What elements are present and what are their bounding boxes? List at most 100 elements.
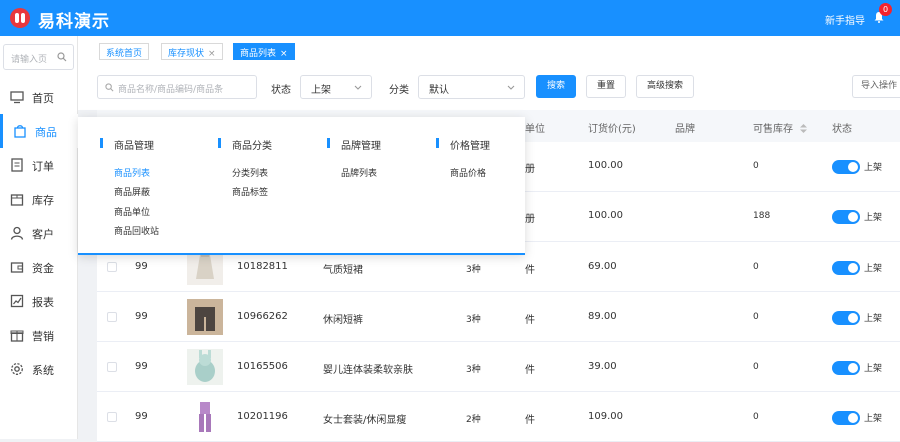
category-label: 分类 xyxy=(389,85,409,96)
status-toggle[interactable] xyxy=(832,311,860,325)
header-stock[interactable]: 可售库存 xyxy=(753,120,808,135)
close-icon[interactable]: × xyxy=(208,49,216,59)
sidebar-item-orders[interactable]: 订单 xyxy=(0,148,78,182)
menu-heading-label: 品牌管理 xyxy=(341,141,381,152)
user-icon xyxy=(10,226,24,240)
row-checkbox[interactable] xyxy=(107,412,117,422)
status-toggle[interactable] xyxy=(832,411,860,425)
sidebar-item-label: 系统 xyxy=(32,364,54,377)
sidebar-item-funds[interactable]: 资金 xyxy=(0,250,78,284)
row-stock: 0 xyxy=(753,312,759,322)
wallet-icon xyxy=(10,262,24,273)
search-icon xyxy=(105,83,114,92)
search-button[interactable]: 搜索 xyxy=(536,75,576,98)
header-status: 状态 xyxy=(832,124,852,135)
menu-heading-label: 商品分类 xyxy=(232,141,272,152)
sort-icon[interactable] xyxy=(800,124,808,133)
app-title: 易科演示 xyxy=(38,12,110,32)
row-spec: 2种 xyxy=(466,415,481,425)
tab-inventory-status[interactable]: 库存现状 × xyxy=(161,43,223,60)
gift-icon xyxy=(10,330,24,342)
row-unit: 件 xyxy=(525,415,535,426)
row-code: 10966262 xyxy=(237,311,288,322)
sidebar-item-system[interactable]: 系统 xyxy=(0,352,78,386)
menu-item-brand-list[interactable]: 品牌列表 xyxy=(341,166,377,179)
category-select[interactable]: 默认 xyxy=(418,75,525,99)
row-spec: 3种 xyxy=(466,265,481,275)
menu-item-goods-recycle[interactable]: 商品回收站 xyxy=(114,224,159,237)
row-status: 上架 xyxy=(864,163,883,173)
row-seq: 99 xyxy=(135,411,148,422)
row-price: 89.00 xyxy=(588,311,617,322)
sidebar-item-marketing[interactable]: 营销 xyxy=(0,318,78,352)
table-row[interactable]: 99 10966262 休闲短裤 3种 件 89.00 0 上架 xyxy=(97,292,900,342)
tab-home[interactable]: 系统首页 xyxy=(99,43,150,60)
status-toggle[interactable] xyxy=(832,160,860,174)
row-checkbox[interactable] xyxy=(107,362,117,372)
table-row[interactable]: 99 10165506 婴儿连体装柔软亲肤 3种 件 39.00 0 上架 xyxy=(97,342,900,392)
sidebar-item-label: 库存 xyxy=(32,194,54,207)
heading-bar xyxy=(327,138,330,148)
heading-bar xyxy=(218,138,221,148)
reset-button[interactable]: 重置 xyxy=(586,75,626,98)
product-thumbnail xyxy=(187,349,223,385)
row-seq: 99 xyxy=(135,261,148,272)
row-stock: 0 xyxy=(753,412,759,422)
menu-item-goods-block[interactable]: 商品屏蔽 xyxy=(114,185,150,198)
sidebar-item-reports[interactable]: 报表 xyxy=(0,284,78,318)
tab-label: 商品列表 xyxy=(240,49,277,59)
status-toggle[interactable] xyxy=(832,261,860,275)
box-icon xyxy=(10,194,24,206)
row-name: 婴儿连体装柔软亲肤 xyxy=(323,365,413,376)
close-icon[interactable]: × xyxy=(280,49,288,59)
sidebar-item-label: 客户 xyxy=(32,228,54,241)
goods-search-input[interactable]: 商品名称/商品编码/商品条 xyxy=(97,75,257,99)
sidebar-item-inventory[interactable]: 库存 xyxy=(0,182,78,216)
menu-heading-label: 商品管理 xyxy=(114,141,154,152)
row-name: 气质短裙 xyxy=(323,265,363,276)
row-status: 上架 xyxy=(864,364,883,374)
advanced-search-button[interactable]: 高级搜索 xyxy=(636,75,694,98)
row-unit: 件 xyxy=(525,265,535,276)
sidebar: 请输入页 首页 商品 订单 库存 客户 资金 报表 营销 系统 xyxy=(0,36,78,439)
row-seq: 99 xyxy=(135,311,148,322)
guide-link[interactable]: 新手指导 xyxy=(825,12,865,27)
row-status: 上架 xyxy=(864,264,883,274)
bag-icon xyxy=(14,125,26,138)
sidebar-item-goods[interactable]: 商品 xyxy=(0,114,78,148)
chart-icon xyxy=(10,294,24,308)
menu-item-goods-unit[interactable]: 商品单位 xyxy=(114,205,150,218)
tab-goods-list[interactable]: 商品列表 × xyxy=(233,43,295,60)
chevron-down-icon xyxy=(507,85,515,90)
status-label: 状态 xyxy=(271,85,291,96)
sidebar-search-input[interactable]: 请输入页 xyxy=(3,44,74,70)
row-unit: 册 xyxy=(525,214,535,225)
sidebar-item-customers[interactable]: 客户 xyxy=(0,216,78,250)
heading-bar xyxy=(100,138,103,148)
sidebar-item-label: 商品 xyxy=(35,126,57,139)
status-select[interactable]: 上架 xyxy=(300,75,372,99)
menu-item-goods-price[interactable]: 商品价格 xyxy=(450,166,486,179)
row-price: 100.00 xyxy=(588,160,623,171)
row-checkbox[interactable] xyxy=(107,312,117,322)
row-checkbox[interactable] xyxy=(107,262,117,272)
status-toggle[interactable] xyxy=(832,361,860,375)
import-button[interactable]: 导入操作 xyxy=(852,75,900,98)
row-unit: 件 xyxy=(525,365,535,376)
menu-item-goods-list[interactable]: 商品列表 xyxy=(114,166,150,179)
status-toggle[interactable] xyxy=(832,210,860,224)
search-placeholder: 商品名称/商品编码/商品条 xyxy=(118,85,224,95)
sidebar-item-label: 订单 xyxy=(32,160,54,173)
row-status: 上架 xyxy=(864,213,883,223)
row-status: 上架 xyxy=(864,414,883,424)
header-unit: 单位 xyxy=(525,124,545,135)
row-price: 69.00 xyxy=(588,261,617,272)
menu-item-goods-tags[interactable]: 商品标签 xyxy=(232,185,268,198)
table-row[interactable]: 99 10201196 女士套装/休闲显瘦 2种 件 109.00 0 上架 xyxy=(97,392,900,442)
menu-item-category-list[interactable]: 分类列表 xyxy=(232,166,268,179)
notification-badge: 0 xyxy=(879,3,892,16)
menu-heading: 商品管理 xyxy=(100,137,154,152)
monitor-icon xyxy=(10,91,24,104)
sidebar-item-home[interactable]: 首页 xyxy=(0,80,78,114)
row-stock: 0 xyxy=(753,262,759,272)
